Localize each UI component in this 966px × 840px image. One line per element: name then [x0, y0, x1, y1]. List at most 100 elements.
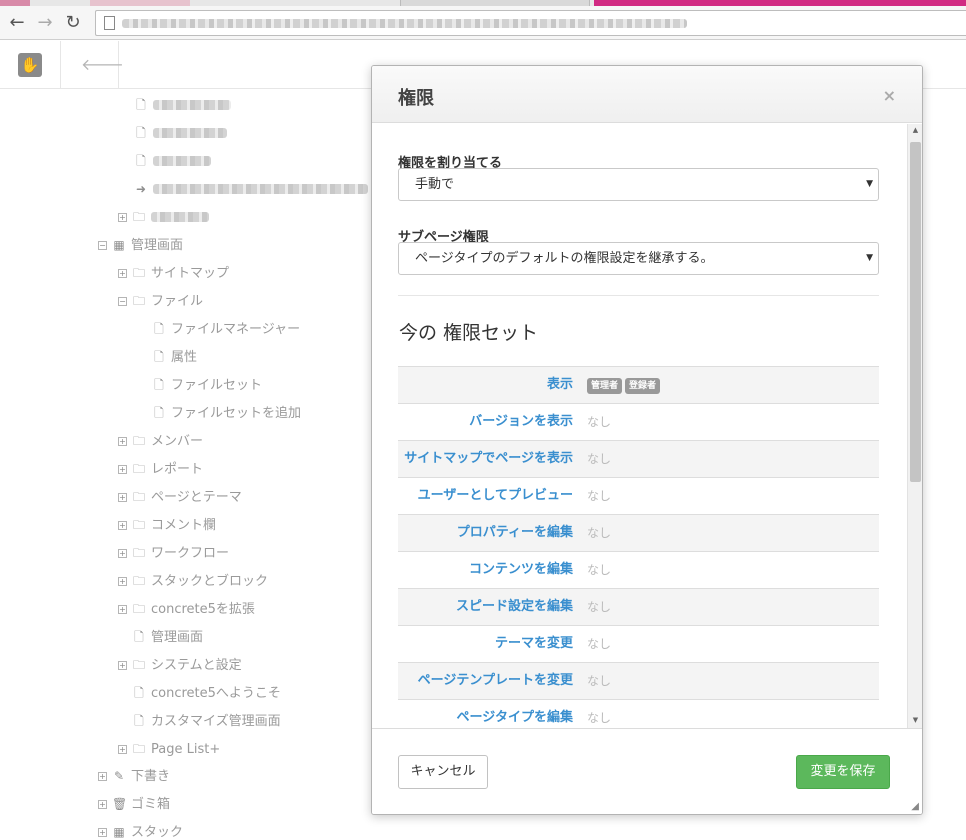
page-icon: 🗋 [154, 350, 164, 364]
tree-item[interactable]: + ✎ 下書き [98, 765, 170, 787]
collapse-icon[interactable]: − [118, 297, 127, 306]
tree-item-label: ファイルセットを追加 [171, 406, 302, 421]
tree-item-label: Page List+ [151, 742, 221, 757]
tree-item-obscured[interactable]: 🗋 [134, 122, 227, 144]
tree-item[interactable]: 🗋 concrete5へようこそ [132, 682, 281, 704]
tree-item[interactable]: − ▦ 管理画面 [98, 234, 183, 256]
tree-item[interactable]: + 🗀 concrete5を拡張 [118, 598, 255, 620]
tree-item[interactable]: 🗋 ファイルセット [152, 374, 262, 396]
tree-item[interactable]: 🗋 属性 [152, 346, 197, 368]
permission-assignees: 管理者 登録者 [587, 367, 663, 403]
tree-item-label: 下書き [131, 769, 171, 784]
expand-icon[interactable]: + [118, 213, 127, 222]
permission-link[interactable]: コンテンツを編集 [469, 552, 573, 588]
tree-item-obscured[interactable]: + 🗀 [118, 206, 209, 228]
permission-link[interactable]: ページタイプを編集 [457, 700, 573, 728]
permission-table: 表示 管理者 登録者 バージョンを表示 なし サイトマップでページを表示 なし ユ… [398, 366, 879, 728]
permission-link[interactable]: プロパティーを編集 [457, 515, 573, 551]
expand-icon[interactable]: + [98, 828, 107, 837]
tree-item[interactable]: + 🗀 Page List+ [118, 738, 220, 760]
forward-arrow-icon[interactable]: → [34, 12, 56, 34]
back-arrow-icon[interactable]: 🡐 [81, 54, 124, 74]
tree-item[interactable]: + 🗀 サイトマップ [118, 262, 229, 284]
permission-assignees: なし [587, 489, 612, 503]
permission-row: スピード設定を編集 なし [398, 588, 879, 625]
reload-icon[interactable]: ↻ [62, 12, 84, 34]
page-icon: 🗋 [136, 126, 146, 140]
page-icon: 🗋 [134, 686, 144, 700]
expand-icon[interactable]: + [118, 661, 127, 670]
permission-assignees: なし [587, 674, 612, 688]
subpage-permissions-select[interactable]: ページタイプのデフォルトの権限設定を継承する。 ▼ [398, 242, 879, 275]
folder-icon: 🗀 [132, 518, 145, 532]
permission-row: プロパティーを編集 なし [398, 514, 879, 551]
expand-icon[interactable]: + [118, 465, 127, 474]
tree-item[interactable]: 🗋 ファイルマネージャー [152, 318, 300, 340]
tree-item-obscured[interactable]: ➜ [134, 178, 368, 200]
permissions-dialog: 権限 × 権限を割り当てる 手動で ▼ サブページ権限 ページタイプのデフォルト… [371, 65, 923, 815]
dialog-title: 権限 [398, 88, 434, 109]
permission-link[interactable]: ページテンプレートを変更 [418, 663, 573, 699]
permission-assignees: なし [587, 563, 612, 577]
folder-icon: 🗀 [132, 462, 145, 476]
dialog-scrollbar[interactable]: ▲ ▼ [907, 124, 922, 728]
tree-item[interactable]: + 🗀 スタックとブロック [118, 570, 268, 592]
obscured-label [153, 100, 231, 110]
permission-link[interactable]: スピード設定を編集 [456, 589, 573, 625]
permission-assignees: なし [587, 452, 612, 466]
scrollbar-thumb[interactable] [910, 142, 921, 482]
tree-item[interactable]: + 🗀 システムと設定 [118, 654, 242, 676]
tree-item-obscured[interactable]: 🗋 [134, 150, 211, 172]
tree-item[interactable]: + 🗀 ページとテーマ [118, 486, 242, 508]
tree-item-obscured[interactable]: 🗋 [134, 94, 231, 116]
folder-icon: 🗀 [132, 742, 145, 756]
tree-item-label: ファイルセット [171, 378, 263, 393]
expand-icon[interactable]: + [98, 800, 107, 809]
tree-item[interactable]: 🗋 ファイルセットを追加 [152, 402, 301, 424]
permission-link[interactable]: サイトマップでページを表示 [404, 441, 573, 477]
expand-icon[interactable]: + [118, 521, 127, 530]
expand-icon[interactable]: + [118, 437, 127, 446]
scroll-up-arrow-icon[interactable]: ▲ [908, 126, 922, 134]
permission-link[interactable]: 表示 [547, 367, 573, 403]
permission-link[interactable]: バージョンを表示 [469, 404, 573, 440]
tree-item[interactable]: + 🗀 メンバー [118, 430, 203, 452]
tree-item[interactable]: + ▦ スタック [98, 821, 183, 840]
folder-icon: 🗀 [132, 546, 145, 560]
permission-link[interactable]: ユーザーとしてプレビュー [418, 478, 573, 514]
tree-item[interactable]: + 🗀 コメント欄 [118, 514, 216, 536]
expand-icon[interactable]: + [118, 577, 127, 586]
tree-item[interactable]: + 🗑 ゴミ箱 [98, 793, 170, 815]
tree-item[interactable]: + 🗀 レポート [118, 458, 203, 480]
collapse-icon[interactable]: − [98, 241, 107, 250]
subpage-permissions-value: ページタイプのデフォルトの権限設定を継承する。 [415, 251, 714, 266]
close-icon[interactable]: × [883, 86, 896, 105]
dialog-header: 権限 × [372, 66, 922, 123]
tree-item-label: レポート [151, 462, 204, 477]
resize-handle-icon[interactable]: ◢ [911, 801, 919, 812]
tree-item[interactable]: 🗋 カスタマイズ管理画面 [132, 710, 281, 732]
scroll-down-arrow-icon[interactable]: ▼ [908, 716, 922, 724]
expand-icon[interactable]: + [98, 772, 107, 781]
assign-permissions-select[interactable]: 手動で ▼ [398, 168, 879, 201]
expand-icon[interactable]: + [118, 605, 127, 614]
tree-item-label: システムと設定 [151, 658, 242, 673]
expand-icon[interactable]: + [118, 269, 127, 278]
cancel-button[interactable]: キャンセル [398, 755, 488, 789]
back-arrow-icon[interactable]: ← [6, 12, 28, 34]
tree-item-label: ファイルマネージャー [171, 322, 301, 337]
expand-icon[interactable]: + [118, 745, 127, 754]
assign-permissions-value: 手動で [415, 177, 455, 192]
tree-item[interactable]: − 🗀 ファイル [118, 290, 203, 312]
address-bar[interactable] [95, 10, 966, 36]
concrete5-logo-icon[interactable]: ✋ [18, 53, 42, 77]
permission-link[interactable]: テーマを変更 [495, 626, 573, 662]
expand-icon[interactable]: + [118, 549, 127, 558]
expand-icon[interactable]: + [118, 493, 127, 502]
page-icon: 🗋 [136, 98, 146, 112]
tree-item-label: カスタマイズ管理画面 [151, 714, 281, 729]
save-changes-button[interactable]: 変更を保存 [796, 755, 890, 789]
tree-item[interactable]: + 🗀 ワークフロー [118, 542, 229, 564]
tree-item-label: 属性 [171, 350, 198, 365]
tree-item[interactable]: 🗋 管理画面 [132, 626, 203, 648]
